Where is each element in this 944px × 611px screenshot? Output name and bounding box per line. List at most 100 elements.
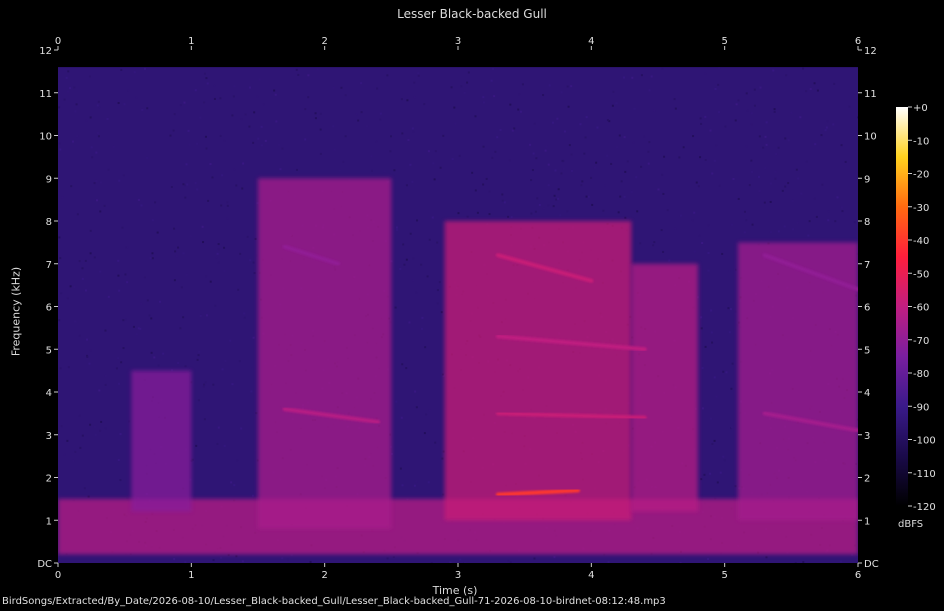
noise-speck [252,261,255,264]
noise-speck [765,556,768,559]
noise-speck [107,168,110,171]
noise-speck [399,467,402,470]
noise-speck [85,119,88,122]
noise-speck [848,105,851,108]
noise-speck [710,331,713,334]
colorbar-tick-label: -30 [913,203,929,214]
noise-speck [194,89,197,92]
noise-speck [212,383,215,386]
noise-speck [88,75,91,78]
noise-speck [773,110,776,113]
noise-speck [157,364,160,367]
noise-speck [623,76,626,79]
noise-speck [198,350,201,353]
noise-speck [507,559,510,562]
noise-speck [544,149,547,152]
noise-speck [332,125,335,128]
noise-speck [249,86,252,89]
noise-speck [248,125,251,128]
noise-speck [442,493,445,496]
noise-speck [427,481,430,484]
noise-speck [699,156,702,159]
noise-speck [338,169,341,172]
noise-speck [587,195,590,198]
noise-speck [148,314,151,317]
noise-speck [137,198,140,201]
y-tick-label-right: 9 [864,174,870,185]
noise-speck [596,126,599,129]
noise-speck [711,172,714,175]
noise-speck [660,229,663,232]
noise-speck [220,556,223,559]
noise-speck [58,236,61,239]
noise-speck [99,429,102,432]
noise-speck [117,357,120,360]
noise-speck [700,122,703,125]
noise-speck [238,360,241,363]
noise-speck [151,219,154,222]
colorbar-tick-label: -50 [913,269,929,280]
noise-speck [95,151,98,154]
noise-speck [513,127,516,130]
noise-speck [499,128,502,131]
noise-speck [173,558,176,561]
noise-speck [74,450,77,453]
noise-speck [460,85,463,88]
noise-speck [769,182,772,185]
noise-speck [488,190,491,193]
noise-speck [254,449,257,452]
noise-speck [595,161,598,164]
noise-speck [519,110,522,113]
noise-speck [258,78,261,81]
noise-speck [360,111,363,114]
noise-speck [162,352,165,355]
noise-speck [413,484,416,487]
noise-speck [825,126,828,129]
noise-speck [170,185,173,188]
colorbar-tick-label: -110 [913,469,936,480]
noise-speck [74,110,77,113]
noise-speck [173,279,176,282]
y-tick-label-left: 4 [46,388,52,399]
noise-speck [231,383,234,386]
noise-speck [241,187,244,190]
noise-speck [529,143,532,146]
noise-speck [709,129,712,132]
noise-speck [307,96,310,99]
noise-speck [787,182,790,185]
noise-speck [199,116,202,119]
noise-speck [591,203,594,206]
noise-speck [66,297,69,300]
noise-speck [99,210,102,213]
noise-speck [657,188,660,191]
colorbar-tick-label: -120 [913,502,936,513]
noise-speck [857,116,858,119]
noise-speck [71,140,74,143]
noise-speck [69,87,72,90]
noise-speck [355,113,358,116]
noise-speck [412,257,415,260]
y-tick-label-left: DC [37,559,52,570]
noise-speck [570,169,573,172]
noise-speck [420,327,423,330]
noise-speck [394,306,397,309]
noise-speck [679,561,682,563]
noise-speck [735,268,738,271]
noise-speck [107,295,110,298]
noise-speck [395,226,398,229]
y-tick-label-right: DC [864,559,879,570]
noise-speck [122,319,125,322]
noise-speck [501,193,504,196]
noise-speck [492,67,495,70]
noise-speck [61,196,64,199]
noise-speck [821,183,824,186]
noise-speck [714,87,717,90]
noise-speck [553,556,556,559]
noise-speck [431,216,434,219]
colorbar-tick-label: -90 [913,402,929,413]
noise-speck [264,139,267,142]
noise-speck [751,223,754,226]
noise-speck [417,72,420,75]
noise-speck [221,174,224,177]
noise-speck [202,241,205,244]
